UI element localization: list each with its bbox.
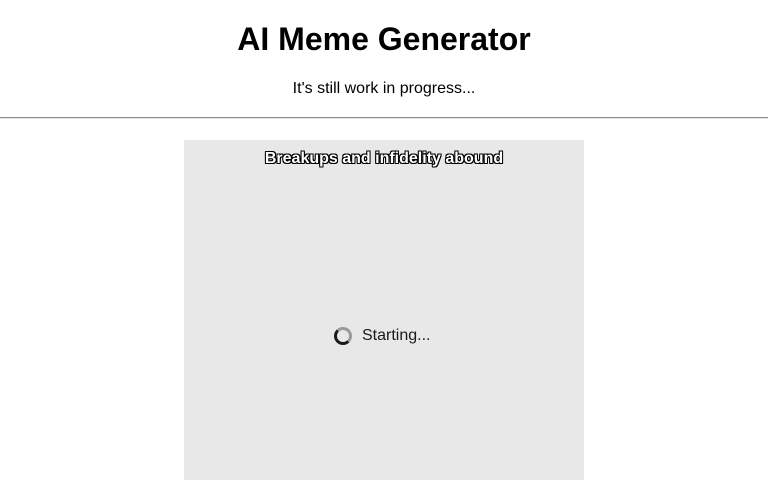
page-subtitle: It's still work in progress...	[292, 80, 476, 97]
header-divider	[0, 117, 768, 119]
page-header: AI Meme Generator It's still work in pro…	[0, 0, 768, 119]
loading-indicator: Starting...	[334, 324, 430, 348]
meme-caption: Breakups and infidelity abound	[264, 150, 504, 167]
spinner-icon	[334, 327, 352, 345]
meme-canvas: Breakups and infidelity abound Starting.…	[184, 140, 584, 480]
page-title: AI Meme Generator	[237, 21, 531, 57]
loading-status-text: Starting...	[362, 327, 431, 344]
